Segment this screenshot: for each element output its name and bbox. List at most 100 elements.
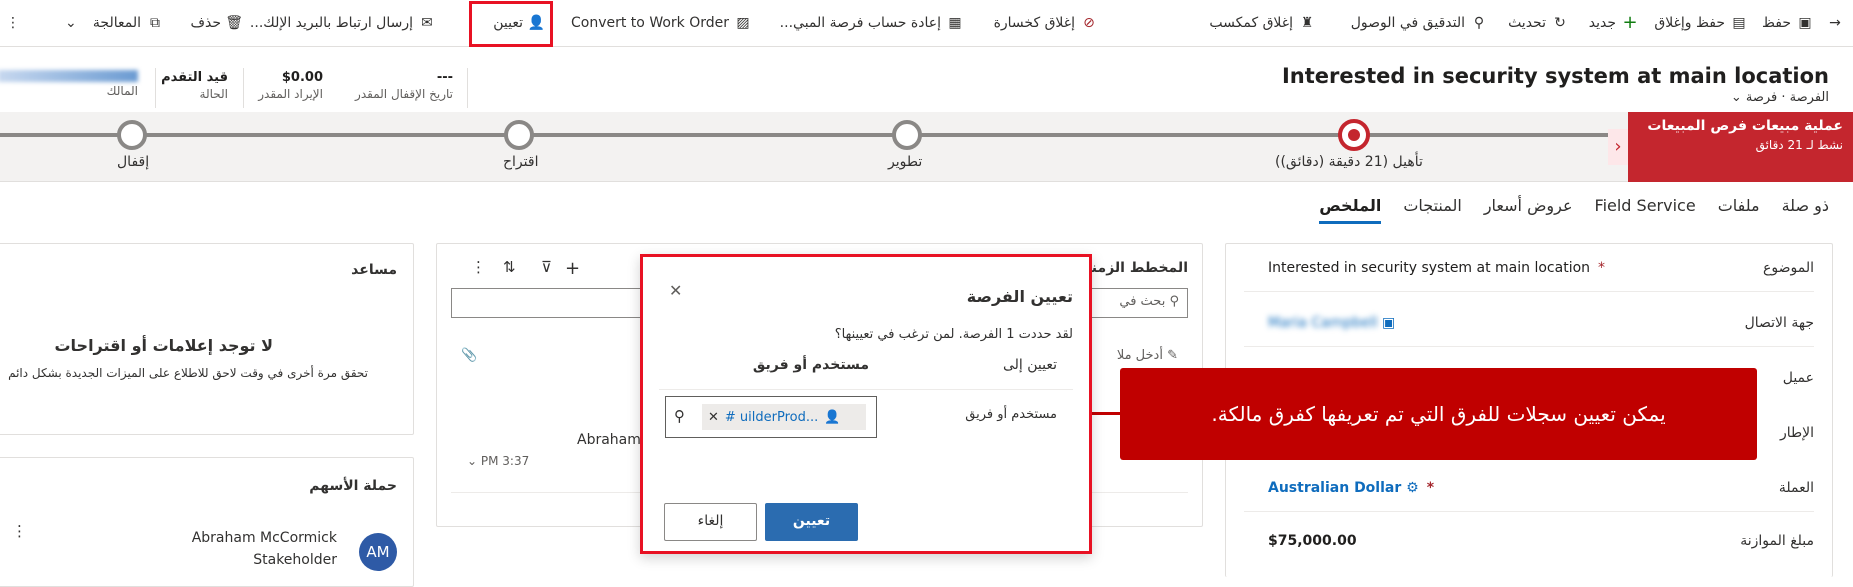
user-team-lookup[interactable]: ✕ # uilderProd... 👤 ⚲ xyxy=(665,396,877,438)
close-icon[interactable]: ✕ xyxy=(669,281,682,300)
recalculate-button[interactable]: ▦ إعادة حساب فرصة المبي... xyxy=(780,12,963,34)
avatar[interactable]: AM xyxy=(359,533,397,571)
chevron-left-icon[interactable]: ‹ xyxy=(1608,129,1628,165)
assign-dialog: ✕ تعيين الفرصة لقد حددت 1 الفرصة. لمن تر… xyxy=(640,254,1092,554)
flow-icon: ⧉ xyxy=(150,15,160,31)
owner-blurred xyxy=(0,70,138,82)
assistant-title: مساعد xyxy=(351,262,397,278)
record-title: Interested in security system at main lo… xyxy=(1281,64,1829,88)
topic-row: الموضوع Interested in security system at… xyxy=(1244,244,1814,292)
save-icon: ▣ xyxy=(1798,15,1812,31)
contact-value[interactable]: Maria Campbell ▣ xyxy=(1268,315,1395,331)
stage-develop-marker[interactable] xyxy=(892,120,922,150)
timeline-entry-time[interactable]: ⌄ PM 3:37 xyxy=(467,454,529,468)
contact-card-icon: ▣ xyxy=(1381,315,1396,331)
breadcrumb[interactable]: الفرصة · فرصة ⌄ xyxy=(1731,90,1829,105)
sort-icon[interactable]: ⇅ xyxy=(503,258,516,276)
budget-row: مبلغ الموازنة $75,000.00 xyxy=(1268,533,1814,549)
delete-button[interactable]: 🗑 حذف xyxy=(190,12,243,34)
assistant-card: مساعد لا توجد إعلامات أو اقتراحات تحقق م… xyxy=(0,243,414,435)
assign-button[interactable]: 👤 تعيين xyxy=(493,12,545,34)
dialog-subtitle: لقد حددت 1 الفرصة. لمن ترغب في تعيينها؟ xyxy=(834,327,1073,342)
save-button[interactable]: ▣ حفظ xyxy=(1762,12,1813,34)
divider xyxy=(243,68,244,108)
tab-quotes[interactable]: عروض أسعار xyxy=(1484,196,1573,224)
refresh-button[interactable]: ↻ تحديث xyxy=(1508,12,1568,34)
check-access-button[interactable]: ⚲ التدقيق في الوصول xyxy=(1351,12,1487,34)
divider xyxy=(659,389,1073,390)
more-options-icon[interactable]: ⋮ xyxy=(12,522,27,540)
stakeholder-role: Stakeholder xyxy=(253,552,337,568)
attach-icon[interactable]: 📎 xyxy=(461,348,477,363)
divider xyxy=(155,68,156,108)
add-icon[interactable]: + xyxy=(565,258,580,279)
filter-icon[interactable]: ⊽ xyxy=(541,258,552,276)
close-date-field: --- تاريخ الإقفال المقدر xyxy=(355,70,453,101)
more-options-icon[interactable]: ⋮ xyxy=(471,258,486,276)
assign-confirm-button[interactable]: تعيين xyxy=(765,503,858,541)
save-close-button[interactable]: ▤ حفظ وإغلاق xyxy=(1654,12,1747,34)
trophy-icon: ♜ xyxy=(1300,15,1314,31)
stakeholders-card: حملة الأسهم ⋮ AM Abraham McCormick Stake… xyxy=(0,457,414,587)
trash-icon: 🗑 xyxy=(225,15,243,31)
search-icon: ⚲ xyxy=(1169,294,1179,309)
status-field: قيد التقدم الحالة xyxy=(161,70,228,101)
stage-close-marker[interactable] xyxy=(117,120,147,150)
stakeholder-name[interactable]: Abraham McCormick xyxy=(192,530,337,546)
remove-icon[interactable]: ✕ xyxy=(708,410,719,425)
tab-field-service[interactable]: Field Service xyxy=(1595,196,1696,224)
timeline-entry-name: Abraham xyxy=(577,432,641,448)
person-assign-icon: 👤 xyxy=(527,15,545,31)
command-bar: ⋮ → ▣ حفظ ▤ حفظ وإغلاق + جديد ↻ تحديث ⚲ التدق… xyxy=(0,0,1853,47)
person-icon: 👤 xyxy=(824,409,841,425)
stakeholders-title: حملة الأسهم xyxy=(309,478,397,494)
process-name-panel[interactable]: ‹ عملية مبيعات فرص المبيعات نشط لـ 21 دق… xyxy=(1608,112,1853,182)
convert-work-order-button[interactable]: ▨ Convert to Work Order xyxy=(571,12,751,34)
currency-icon: ⚙ xyxy=(1406,480,1419,496)
stage-qualify-label[interactable]: تأهيل (21 دقيقة (دقائق)) xyxy=(1275,154,1423,170)
process-button[interactable]: ⧉ المعالجة ⌄ xyxy=(63,12,163,34)
stage-close-label[interactable]: إقفال xyxy=(117,154,149,170)
currency-value[interactable]: Australian Dollar ⚙ * xyxy=(1268,480,1434,496)
save-close-icon: ▤ xyxy=(1732,15,1746,31)
back-button[interactable]: → xyxy=(1827,12,1843,34)
stage-qualify-marker[interactable] xyxy=(1338,119,1370,151)
stage-propose-marker[interactable] xyxy=(504,120,534,150)
tab-products[interactable]: المنتجات xyxy=(1403,196,1462,224)
cancel-button[interactable]: إلغاء xyxy=(664,503,757,541)
stage-propose-label[interactable]: اقتراح xyxy=(503,154,538,170)
tab-files[interactable]: ملفات xyxy=(1718,196,1760,224)
close-lost-button[interactable]: ⊘ إغلاق كخسارة xyxy=(994,12,1097,34)
contact-row: جهة الاتصال Maria Campbell ▣ xyxy=(1244,299,1814,347)
stage-develop-label[interactable]: تطوير xyxy=(888,154,922,170)
pencil-icon: ✎ xyxy=(1167,348,1178,363)
search-key-icon: ⚲ xyxy=(1473,15,1485,31)
clipboard-icon: ▨ xyxy=(736,15,750,31)
process-line xyxy=(0,133,1633,137)
owner-field[interactable]: المالك xyxy=(0,70,138,98)
currency-row: العملة Australian Dollar ⚙ * xyxy=(1244,464,1814,512)
chevron-down-icon: ⌄ xyxy=(65,15,77,31)
close-won-button[interactable]: ♜ إغلاق كمكسب xyxy=(1209,12,1315,34)
topic-value[interactable]: Interested in security system at main lo… xyxy=(1268,260,1605,276)
chevron-down-icon: ⌄ xyxy=(467,454,478,468)
assign-to-value[interactable]: مستخدم أو فريق xyxy=(753,357,869,373)
assistant-empty-title: لا توجد إعلامات أو اقتراحات xyxy=(54,336,273,355)
lookup-tag[interactable]: ✕ # uilderProd... 👤 xyxy=(702,404,866,430)
budget-value[interactable]: $75,000.00 xyxy=(1268,533,1357,549)
chevron-down-icon: ⌄ xyxy=(1730,90,1742,105)
tab-summary[interactable]: الملخص xyxy=(1319,196,1382,224)
search-icon[interactable]: ⚲ xyxy=(674,407,685,425)
business-process-flow: تأهيل (21 دقيقة (دقائق)) تطوير اقتراح إق… xyxy=(0,112,1853,182)
tab-related[interactable]: ذو صلة xyxy=(1782,196,1829,224)
email-link-button[interactable]: ✉ إرسال ارتباط بالبريد الإلك... xyxy=(250,12,435,34)
refresh-icon: ↻ xyxy=(1554,15,1566,31)
assign-to-label: تعيين إلى xyxy=(1002,357,1057,373)
revenue-field: $0.00 الإيراد المقدر xyxy=(258,70,323,101)
timeline-title: المخطط الزمني xyxy=(1077,260,1188,276)
dialog-title: تعيين الفرصة xyxy=(966,287,1073,306)
back-arrow-icon[interactable]: ⋮ xyxy=(6,12,20,34)
new-button[interactable]: + جديد xyxy=(1589,12,1638,34)
note-input[interactable]: ✎ أدخل ملا xyxy=(1117,348,1178,363)
required-marker: * xyxy=(1598,260,1606,276)
